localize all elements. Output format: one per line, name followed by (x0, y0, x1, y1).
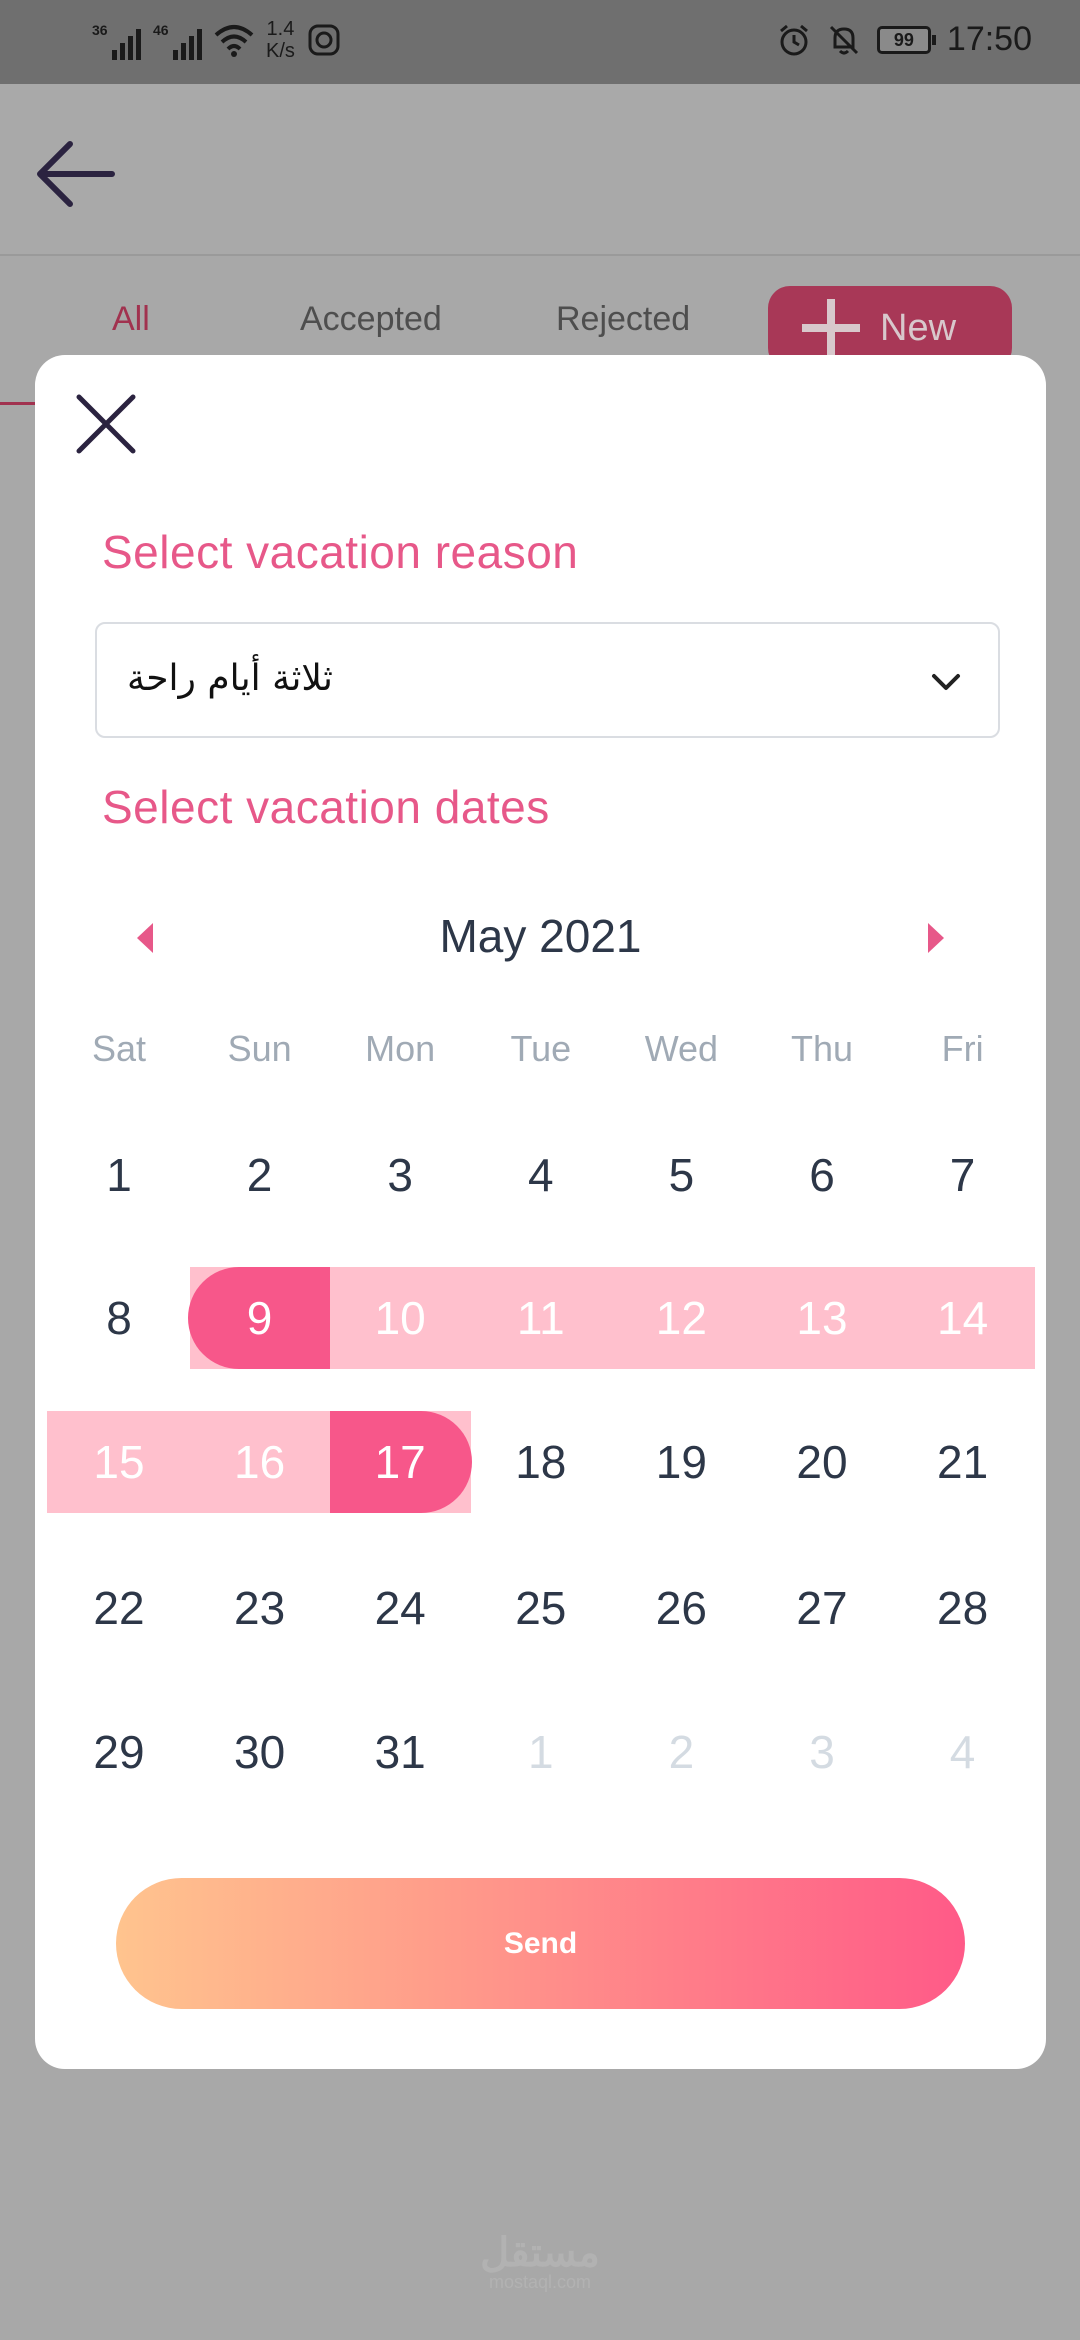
speed-unit: K/s (266, 40, 295, 62)
calendar-day[interactable]: 3 (330, 1148, 470, 1202)
weekday-label: Mon (365, 1028, 436, 1069)
nfc-icon (308, 24, 340, 56)
calendar-day[interactable]: 23 (190, 1581, 330, 1635)
calendar-day[interactable]: 1 (49, 1148, 189, 1202)
status-bar: 36 46 1.4 K/s 99 17:50 (0, 0, 1080, 84)
plus-icon (802, 299, 860, 357)
send-button[interactable]: Send (116, 1878, 965, 2009)
calendar-header: May 2021 (35, 895, 1046, 975)
watermark-url: mostaql.com (488, 2272, 592, 2292)
sim1-label: 36 (92, 22, 108, 38)
new-button-label: New (880, 306, 957, 349)
tab-all[interactable]: All (112, 300, 150, 339)
weekday-label: Thu (790, 1028, 854, 1069)
signal-icon: 36 (92, 20, 141, 60)
weekday-label: Fri (941, 1028, 984, 1069)
calendar-day-outside: 1 (528, 1726, 554, 1778)
weekday-label: Sun (227, 1028, 292, 1069)
calendar-day-selected[interactable]: 16 (190, 1435, 330, 1489)
calendar-day[interactable]: 6 (752, 1148, 892, 1202)
weekday-label: Tue (510, 1028, 572, 1069)
calendar-day[interactable]: 8 (49, 1291, 189, 1345)
calendar-day[interactable]: 7 (893, 1148, 1033, 1202)
battery-level: 99 (893, 29, 914, 50)
prev-month-icon[interactable] (137, 923, 153, 953)
weekday-label: Wed (644, 1028, 719, 1069)
calendar-day[interactable]: 19 (611, 1435, 751, 1489)
calendar-day-selected[interactable]: 10 (330, 1291, 470, 1345)
calendar-day[interactable]: 4 (471, 1148, 611, 1202)
calendar-day-selected[interactable]: 13 (752, 1291, 892, 1345)
calendar-day-selected[interactable]: 9 (190, 1291, 330, 1345)
calendar-day-selected[interactable]: 17 (330, 1435, 470, 1489)
sim2-label: 46 (153, 22, 169, 38)
calendar-day-outside: 4 (949, 1726, 976, 1778)
calendar-day-selected[interactable]: 11 (471, 1291, 611, 1345)
reason-value: ثلاثة أيام راحة (127, 658, 333, 699)
alarm-icon (779, 24, 808, 55)
calendar-day[interactable]: 25 (471, 1581, 611, 1635)
wifi-icon (214, 25, 254, 57)
status-left: 36 46 1.4 K/s (92, 18, 341, 62)
calendar-day-selected[interactable]: 14 (893, 1291, 1033, 1345)
calendar-day[interactable]: 22 (49, 1581, 189, 1635)
watermark-logo: مستقل (480, 2231, 600, 2275)
send-button-label: Send (503, 1926, 578, 1960)
calendar-day[interactable]: 21 (893, 1435, 1033, 1489)
calendar-day[interactable]: 29 (49, 1725, 189, 1779)
reason-label: Select vacation reason (102, 526, 579, 578)
dates-label: Select vacation dates (102, 781, 550, 833)
calendar-day[interactable]: 28 (893, 1581, 1033, 1635)
calendar-day[interactable]: 31 (330, 1725, 470, 1779)
battery-icon: 99 (876, 25, 936, 54)
calendar-day-selected[interactable]: 15 (49, 1435, 189, 1489)
watermark: مستقل mostaql.com (0, 2230, 1080, 2293)
chevron-down-icon (932, 674, 960, 690)
calendar-day[interactable]: 2 (190, 1148, 330, 1202)
calendar-day[interactable]: 30 (190, 1725, 330, 1779)
vacation-request-dialog: Select vacation reason ثلاثة أيام راحة S… (35, 355, 1046, 2069)
app-header (0, 84, 1080, 256)
calendar-day[interactable]: 5 (611, 1148, 751, 1202)
tab-accepted[interactable]: Accepted (300, 300, 442, 339)
weekday-label: Sat (91, 1028, 147, 1069)
calendar-day[interactable]: 18 (471, 1435, 611, 1489)
calendar-day[interactable]: 20 (752, 1435, 892, 1489)
status-right: 99 17:50 (777, 20, 1032, 59)
mute-icon (829, 25, 858, 54)
calendar-day-selected[interactable]: 12 (611, 1291, 751, 1345)
signal-icon: 46 (153, 20, 202, 60)
calendar-day[interactable]: 27 (752, 1581, 892, 1635)
clock: 17:50 (946, 20, 1032, 58)
network-speed: 1.4 K/s (266, 18, 295, 62)
arrow-left-icon[interactable] (32, 134, 122, 214)
reason-select[interactable]: ثلاثة أيام راحة (95, 622, 1000, 738)
month-title: May 2021 (439, 910, 642, 962)
calendar-day-outside: 2 (668, 1726, 695, 1778)
calendar-day-outside: 3 (809, 1726, 835, 1778)
calendar-day[interactable]: 26 (611, 1581, 751, 1635)
calendar-day[interactable]: 24 (330, 1581, 470, 1635)
speed-value: 1.4 (266, 18, 295, 40)
close-icon[interactable] (73, 391, 139, 457)
tab-rejected[interactable]: Rejected (556, 300, 690, 339)
next-month-icon[interactable] (928, 923, 944, 953)
